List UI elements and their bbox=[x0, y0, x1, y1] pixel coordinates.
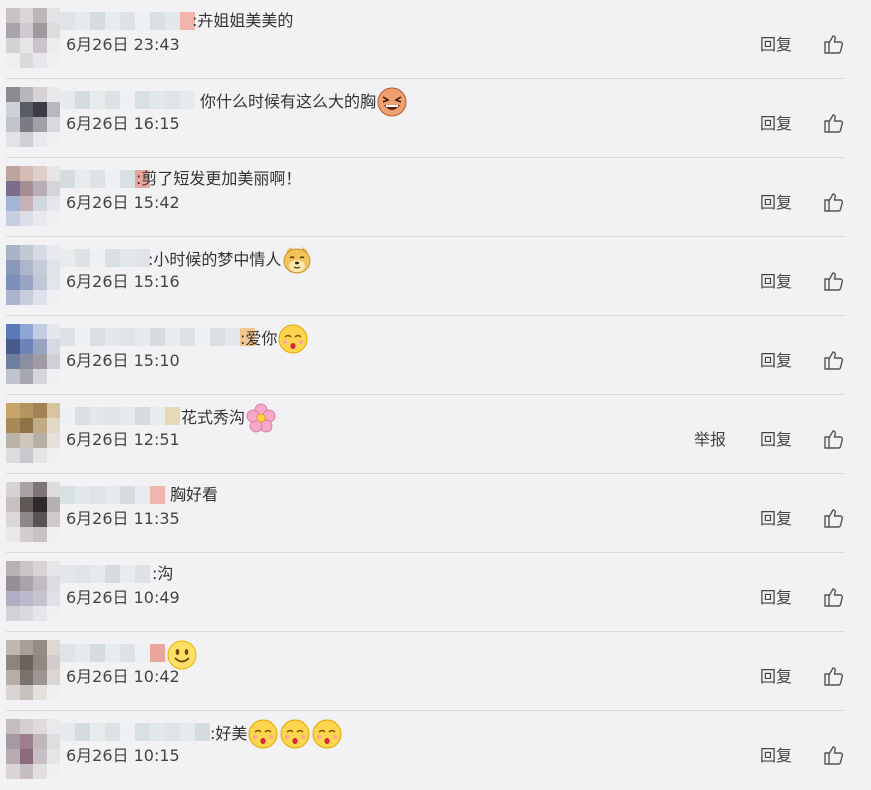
comment-timestamp: 6月26日 16:15 bbox=[66, 114, 180, 133]
report-button[interactable]: 举报 bbox=[694, 429, 726, 451]
reply-button[interactable]: 回复 bbox=[760, 666, 792, 688]
reply-button[interactable]: 回复 bbox=[760, 271, 792, 293]
avatar[interactable] bbox=[6, 719, 60, 779]
avatar[interactable] bbox=[6, 640, 60, 700]
comment-body: 卉姐姐美美的 bbox=[197, 11, 294, 30]
comment-item: 你什么时候有这么大的胸 6月26日 16:15 回复 bbox=[0, 79, 871, 158]
flower-emoji-icon bbox=[246, 403, 276, 433]
thumbs-up-icon[interactable] bbox=[823, 744, 845, 766]
thumbs-up-icon[interactable] bbox=[823, 112, 845, 134]
reply-button[interactable]: 回复 bbox=[760, 350, 792, 372]
avatar[interactable] bbox=[6, 561, 60, 621]
reply-button[interactable]: 回复 bbox=[760, 508, 792, 530]
comment-item: 6月26日 10:42 回复 bbox=[0, 632, 871, 711]
username-blurred[interactable] bbox=[60, 565, 150, 583]
username-blurred[interactable] bbox=[60, 723, 210, 741]
thumbs-up-icon[interactable] bbox=[823, 586, 845, 608]
thumbs-up-icon[interactable] bbox=[823, 428, 845, 450]
comment-timestamp: 6月26日 15:16 bbox=[66, 272, 180, 291]
comment-timestamp: 6月26日 15:42 bbox=[66, 193, 180, 212]
comment-body: 你什么时候有这么大的胸 bbox=[200, 92, 377, 111]
comment-timestamp: 6月26日 15:10 bbox=[66, 351, 180, 370]
comment-timestamp: 6月26日 23:43 bbox=[66, 35, 180, 54]
comment-item: : 爱你 6月26日 15:10 回复 bbox=[0, 316, 871, 395]
comment-item: 胸好看 6月26日 11:35 回复 bbox=[0, 474, 871, 553]
laughing-face-emoji-icon bbox=[377, 87, 407, 117]
comment-timestamp: 6月26日 10:42 bbox=[66, 667, 180, 686]
comment-text: : 沟 bbox=[152, 560, 173, 588]
avatar[interactable] bbox=[6, 8, 60, 68]
doge-emoji-icon bbox=[283, 247, 311, 274]
username-blurred[interactable] bbox=[60, 328, 255, 346]
avatar[interactable] bbox=[6, 324, 60, 384]
thumbs-up-icon[interactable] bbox=[823, 507, 845, 529]
comment-body: 好美 bbox=[215, 724, 248, 743]
comment-body: 花式秀沟 bbox=[181, 408, 246, 427]
thumbs-up-icon[interactable] bbox=[823, 349, 845, 371]
comment-timestamp: 6月26日 11:35 bbox=[66, 509, 180, 528]
comment-text: : 剪了短发更加美丽啊！ bbox=[136, 165, 301, 193]
comment-item: : 沟 6月26日 10:49 回复 bbox=[0, 553, 871, 632]
thumbs-up-icon[interactable] bbox=[823, 270, 845, 292]
kissing-face-emoji-icon bbox=[248, 719, 278, 749]
avatar[interactable] bbox=[6, 482, 60, 542]
username-blurred[interactable] bbox=[60, 249, 150, 267]
comment-text: : 爱你 bbox=[240, 323, 309, 355]
comment-text: 你什么时候有这么大的胸 bbox=[200, 86, 408, 118]
comment-body: 爱你 bbox=[245, 329, 278, 348]
avatar[interactable] bbox=[6, 87, 60, 147]
comment-body: 剪了短发更加美丽啊！ bbox=[141, 169, 302, 188]
username-blurred[interactable] bbox=[60, 644, 165, 662]
comment-item: : 剪了短发更加美丽啊！ 6月26日 15:42 回复 bbox=[0, 158, 871, 237]
reply-button[interactable]: 回复 bbox=[760, 745, 792, 767]
comment-timestamp: 6月26日 10:49 bbox=[66, 588, 180, 607]
comment-body: 沟 bbox=[157, 564, 174, 583]
username-blurred[interactable] bbox=[60, 407, 180, 425]
comment-timestamp: 6月26日 12:51 bbox=[66, 430, 180, 449]
comment-item: 花式秀沟 6月26日 12:51 举报 回复 bbox=[0, 395, 871, 474]
kissing-face-emoji-icon bbox=[280, 719, 310, 749]
comment-body: 小时候的梦中情人 bbox=[153, 250, 282, 269]
thumbs-up-icon[interactable] bbox=[823, 665, 845, 687]
reply-button[interactable]: 回复 bbox=[760, 192, 792, 214]
username-blurred[interactable] bbox=[60, 12, 195, 30]
reply-button[interactable]: 回复 bbox=[760, 113, 792, 135]
username-blurred[interactable] bbox=[60, 91, 195, 109]
kissing-face-emoji-icon bbox=[278, 324, 308, 354]
comment-item: : 好美 6月26日 10:15 回复 bbox=[0, 711, 871, 790]
comment-timestamp: 6月26日 10:15 bbox=[66, 746, 180, 765]
kissing-face-emoji-icon bbox=[312, 719, 342, 749]
avatar[interactable] bbox=[6, 403, 60, 463]
comment-item: : 小时候的梦中情人 6月26日 15:16 回复 bbox=[0, 237, 871, 316]
comment-text: : 卉姐姐美美的 bbox=[192, 7, 293, 35]
comment-body: 胸好看 bbox=[170, 485, 219, 504]
comment-text: 胸好看 bbox=[170, 481, 218, 509]
reply-button[interactable]: 回复 bbox=[760, 429, 792, 451]
avatar[interactable] bbox=[6, 245, 60, 305]
thumbs-up-icon[interactable] bbox=[823, 191, 845, 213]
thumbs-up-icon[interactable] bbox=[823, 33, 845, 55]
avatar[interactable] bbox=[6, 166, 60, 226]
comment-text: 花式秀沟 bbox=[181, 402, 277, 434]
reply-button[interactable]: 回复 bbox=[760, 587, 792, 609]
comment-item: : 卉姐姐美美的 6月26日 23:43 回复 bbox=[0, 0, 871, 79]
username-blurred[interactable] bbox=[60, 486, 165, 504]
reply-button[interactable]: 回复 bbox=[760, 34, 792, 56]
comment-text: : 好美 bbox=[210, 718, 343, 750]
